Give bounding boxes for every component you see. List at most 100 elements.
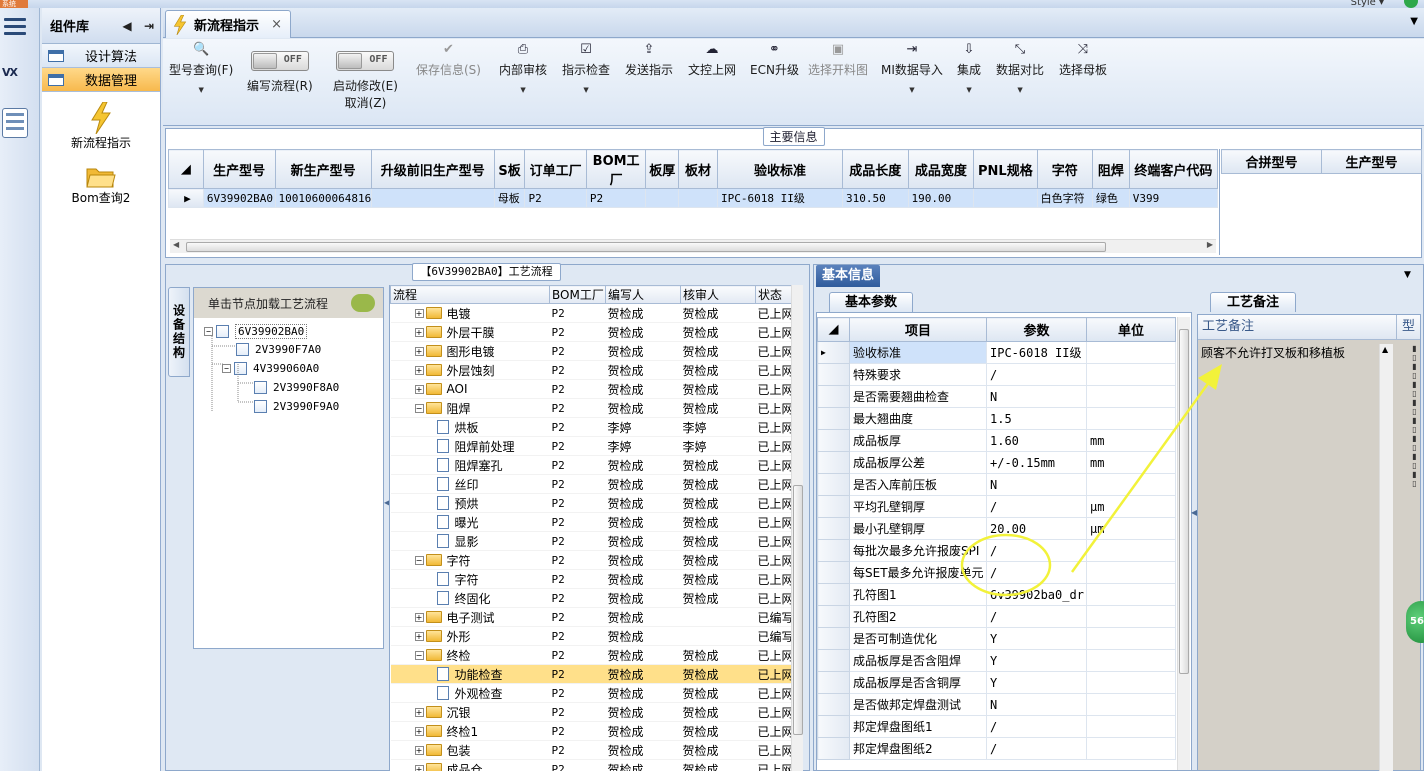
param-row[interactable]: ▶ 验收标准 IPC-6018 II级 [817, 341, 1176, 364]
expand-toggle-icon[interactable]: + [414, 346, 424, 356]
flow-name-cell[interactable]: 阻焊前处理 [390, 436, 550, 456]
select-mother-board-button[interactable]: ⤨ 选择母板 [1059, 39, 1107, 125]
column-header[interactable]: 核审人 [680, 285, 756, 304]
flow-bom-cell[interactable]: P2 [549, 664, 606, 684]
column-header[interactable]: 编写人 [605, 285, 681, 304]
param-value[interactable]: Y [986, 671, 1087, 694]
scroll-thumb[interactable] [186, 242, 1106, 252]
panel-dropdown-icon[interactable]: ▼ [1404, 270, 1411, 280]
scroll-thumb[interactable] [1179, 329, 1189, 674]
flow-row[interactable]: 功能检查 P2 贺检成 贺检成 已上网 [390, 664, 792, 684]
flow-writer-cell[interactable]: 贺检成 [605, 645, 681, 665]
flow-bom-cell[interactable]: P2 [549, 398, 606, 418]
main-info-hscrollbar[interactable]: ◀ ▶ [170, 239, 1216, 253]
param-row[interactable]: 成品板厚是否含阻焊 Y [817, 649, 1176, 672]
column-header[interactable]: 项目 [849, 317, 987, 342]
flow-row[interactable]: 阻焊塞孔 P2 贺检成 贺检成 已上网 [390, 455, 792, 475]
basic-info-tab[interactable]: 基本信息 [816, 265, 880, 287]
flow-reviewer-cell[interactable]: 贺检成 [680, 569, 756, 589]
param-row[interactable]: 是否需要翘曲检查 N [817, 385, 1176, 408]
flow-bom-cell[interactable]: P2 [549, 550, 606, 570]
flow-status-cell[interactable]: 已编写 [755, 626, 792, 646]
flow-writer-cell[interactable]: 贺检成 [605, 550, 681, 570]
expand-toggle-icon[interactable]: − [414, 555, 424, 565]
flow-writer-cell[interactable]: 贺检成 [605, 303, 681, 323]
flow-name-cell[interactable]: − 阻焊 [390, 398, 550, 418]
calculator-app-icon[interactable] [2, 108, 28, 138]
flow-writer-cell[interactable]: 贺检成 [605, 607, 681, 627]
flow-name-cell[interactable]: + 电镀 [390, 303, 550, 323]
param-value[interactable]: N [986, 385, 1087, 408]
write-flow-switch[interactable]: OFF [250, 51, 309, 71]
column-header[interactable]: 板厚 [645, 149, 680, 189]
flow-writer-cell[interactable]: 李婷 [605, 417, 681, 437]
flow-reviewer-cell[interactable]: 贺检成 [680, 379, 756, 399]
chat-bubble-icon[interactable] [351, 294, 375, 312]
chevron-down-icon[interactable]: ▼ [198, 86, 203, 94]
param-row[interactable]: 孔符图16v39902ba0_dr... [817, 583, 1176, 606]
flow-writer-cell[interactable]: 贺检成 [605, 455, 681, 475]
chevron-down-icon[interactable]: ▼ [966, 86, 971, 94]
param-row[interactable]: 每SET最多允许报废单元 / [817, 561, 1176, 584]
data-compare-button[interactable]: ⤡ 数据对比 ▼ [996, 39, 1044, 125]
flow-writer-cell[interactable]: 贺检成 [605, 626, 681, 646]
flow-vscrollbar[interactable] [791, 285, 803, 771]
column-header[interactable]: 状态 [755, 285, 792, 304]
flow-reviewer-cell[interactable]: 贺检成 [680, 493, 756, 513]
flow-row[interactable]: + AOI P2 贺检成 贺检成 已上网 [390, 379, 792, 399]
flow-bom-cell[interactable]: P2 [549, 341, 606, 361]
flow-reviewer-cell[interactable]: 贺检成 [680, 740, 756, 760]
flow-name-cell[interactable]: + 终检1 [390, 721, 550, 741]
flow-reviewer-cell[interactable]: 贺检成 [680, 550, 756, 570]
merge-model-table[interactable]: 合拼型号 生产型号 [1221, 149, 1422, 174]
param-row[interactable]: 孔符图2/ [817, 605, 1176, 628]
flow-row[interactable]: + 电子测试 P2 贺检成 已编写 [390, 607, 792, 627]
flow-status-cell[interactable]: 已上网 [755, 341, 792, 361]
param-value[interactable]: / [986, 737, 1087, 760]
flow-reviewer-cell[interactable]: 贺检成 [680, 474, 756, 494]
flow-name-cell[interactable]: 丝印 [390, 474, 550, 494]
table-cell[interactable]: 白色字符 [1036, 188, 1093, 208]
flow-writer-cell[interactable]: 贺检成 [605, 759, 681, 771]
column-header[interactable]: 升级前旧生产型号 [370, 149, 495, 189]
param-value[interactable]: N [986, 473, 1087, 496]
param-row[interactable]: 最小孔壁铜厚 20.00 μm [817, 517, 1176, 540]
flow-status-cell[interactable]: 已上网 [755, 759, 792, 771]
flow-status-cell[interactable]: 已上网 [755, 417, 792, 437]
flow-row[interactable]: + 沉银 P2 贺检成 贺检成 已上网 [390, 702, 792, 722]
remark-text[interactable]: 顾客不允许打叉板和移植板 [1201, 344, 1345, 361]
tab-new-flow[interactable]: 新流程指示 × [165, 10, 291, 38]
flow-row[interactable]: + 电镀 P2 贺检成 贺检成 已上网 [390, 303, 792, 323]
flow-status-cell[interactable]: 已上网 [755, 550, 792, 570]
column-header[interactable]: 阻焊 [1091, 149, 1130, 189]
flow-writer-cell[interactable]: 贺检成 [605, 531, 681, 551]
flow-name-cell[interactable]: 曝光 [390, 512, 550, 532]
flow-writer-cell[interactable]: 贺检成 [605, 683, 681, 703]
flow-reviewer-cell[interactable]: 贺检成 [680, 360, 756, 380]
table-cell[interactable] [370, 188, 495, 208]
param-row[interactable]: 成品板厚是否含铜厚 Y [817, 671, 1176, 694]
flow-reviewer-cell[interactable]: 贺检成 [680, 759, 756, 771]
param-value[interactable]: / [986, 715, 1087, 738]
flow-reviewer-cell[interactable]: 贺检成 [680, 683, 756, 703]
chevron-down-icon[interactable]: ▼ [583, 86, 588, 94]
param-value[interactable]: 20.00 [986, 517, 1087, 540]
flow-bom-cell[interactable]: P2 [549, 702, 606, 722]
table-cell[interactable] [973, 188, 1038, 208]
flow-reviewer-cell[interactable]: 贺检成 [680, 303, 756, 323]
params-vscrollbar[interactable] [1177, 317, 1190, 770]
flow-status-cell[interactable]: 已上网 [755, 664, 792, 684]
flow-writer-cell[interactable]: 贺检成 [605, 322, 681, 342]
table-row[interactable]: ▶ 6V39902BA0 10010600064816 母板 P2 P2 IPC-6018 … [168, 188, 1219, 208]
flow-status-cell[interactable]: 已上网 [755, 455, 792, 475]
flow-row[interactable]: 丝印 P2 贺检成 贺检成 已上网 [390, 474, 792, 494]
param-row[interactable]: 是否入库前压板 N [817, 473, 1176, 496]
param-row[interactable]: 是否可制造优化 Y [817, 627, 1176, 650]
table-cell[interactable]: P2 [524, 188, 587, 208]
internal-review-button[interactable]: ⎙ 内部审核 ▼ [499, 39, 547, 125]
flow-writer-cell[interactable]: 贺检成 [605, 512, 681, 532]
flow-name-cell[interactable]: 显影 [390, 531, 550, 551]
instruction-check-button[interactable]: ☑ 指示检查 ▼ [562, 39, 610, 125]
expand-toggle-icon[interactable]: − [414, 650, 424, 660]
table-cell[interactable]: IPC-6018 II级 [717, 188, 843, 208]
